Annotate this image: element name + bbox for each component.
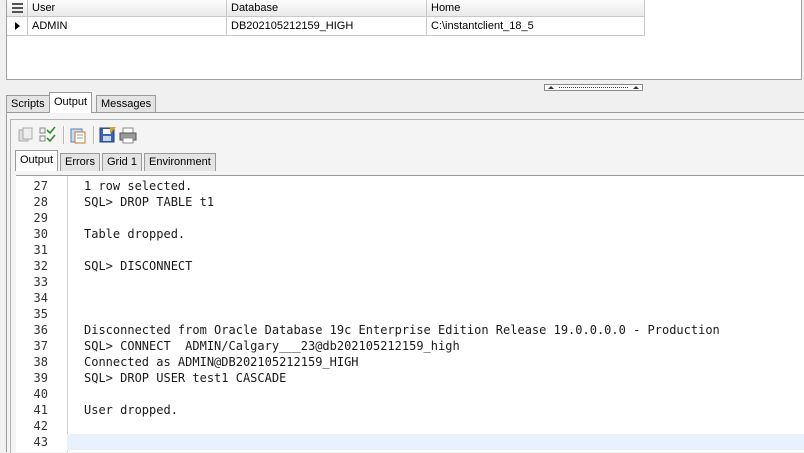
line-text: SQL> CONNECT ADMIN/Calgary___23@db202105… [84, 339, 460, 353]
output-line[interactable]: 28 SQL> DROP TABLE t1 [16, 194, 804, 210]
output-line[interactable]: 34 [16, 290, 804, 306]
copy-icon [18, 127, 33, 142]
splitter-handle[interactable] [544, 84, 643, 91]
paste-button[interactable] [69, 126, 87, 144]
inner-tab-output[interactable]: Output [15, 150, 59, 171]
toolbar-separator [63, 126, 65, 144]
clipboard-icon [70, 128, 86, 144]
line-number: 40 [33, 387, 48, 401]
output-line[interactable]: 43 [16, 434, 804, 450]
output-line[interactable]: 35 [16, 306, 804, 322]
output-line[interactable]: 29 [16, 210, 804, 226]
cell-database[interactable]: DB202105212159_HIGH [227, 17, 427, 35]
inner-tab-errors[interactable]: Errors [60, 153, 100, 171]
line-number: 42 [33, 419, 48, 433]
line-text: User dropped. [84, 403, 178, 417]
cell-user[interactable]: ADMIN [28, 17, 227, 35]
connection-row[interactable]: ADMIN DB202105212159_HIGH C:\instantclie… [7, 17, 645, 36]
line-number: 28 [33, 195, 48, 209]
line-number: 27 [33, 179, 48, 193]
output-line[interactable]: 41 User dropped. [16, 402, 804, 418]
line-number: 34 [33, 291, 48, 305]
output-line[interactable]: 37 SQL> CONNECT ADMIN/Calgary___23@db2021… [16, 338, 804, 354]
line-number: 39 [33, 371, 48, 385]
line-text: 1 row selected. [84, 179, 193, 193]
output-editor[interactable]: 27 1 row selected. 28 SQL> DROP TABLE t1 29 3… [16, 175, 804, 452]
tab-output[interactable]: Output [49, 92, 93, 113]
copy-button[interactable] [17, 126, 35, 144]
column-header-user[interactable]: User [28, 0, 227, 16]
output-line[interactable]: 38 Connected as ADMIN@DB202105212159_HIGH [16, 354, 804, 370]
line-number: 33 [33, 275, 48, 289]
cell-home[interactable]: C:\instantclient_18_5 [427, 17, 645, 35]
save-button[interactable] [99, 126, 117, 144]
line-number: 38 [33, 355, 48, 369]
splitter-grip [559, 87, 628, 88]
line-number: 29 [33, 211, 48, 225]
output-line[interactable]: 27 1 row selected. [16, 178, 804, 194]
list-menu-icon [12, 3, 23, 13]
output-line[interactable]: 32 SQL> DISCONNECT [16, 258, 804, 274]
check-list-icon [39, 126, 56, 143]
splitter-up-icon [548, 86, 554, 89]
output-line[interactable]: 36 Disconnected from Oracle Database 19c … [16, 322, 804, 338]
line-text: SQL> DROP USER test1 CASCADE [84, 371, 287, 385]
save-icon [99, 127, 116, 143]
line-number: 43 [16, 434, 67, 450]
inner-tab-environment[interactable]: Environment [144, 153, 216, 171]
tab-messages[interactable]: Messages [96, 95, 157, 113]
print-icon [119, 127, 137, 144]
grid-header: User Database Home [7, 0, 645, 17]
column-header-database[interactable]: Database [227, 0, 427, 16]
line-number: 41 [33, 403, 48, 417]
print-button[interactable] [119, 126, 137, 144]
output-toolbar [11, 120, 804, 150]
output-line[interactable]: 31 [16, 242, 804, 258]
output-line[interactable]: 42 [16, 418, 804, 434]
select-all-button[interactable] [39, 126, 57, 144]
line-number: 30 [33, 227, 48, 241]
toolbar-separator-2 [93, 126, 95, 144]
line-text: Connected as ADMIN@DB202105212159_HIGH [84, 355, 359, 369]
line-number: 37 [33, 339, 48, 353]
output-line[interactable]: 40 [16, 386, 804, 402]
row-pointer-icon [15, 22, 20, 30]
line-number: 32 [33, 259, 48, 273]
splitter-up-icon-right [633, 86, 639, 89]
inner-tab-grid-1[interactable]: Grid 1 [102, 153, 142, 171]
line-text: SQL> DISCONNECT [84, 259, 193, 273]
line-number: 31 [33, 243, 48, 257]
connection-grid: User Database Home ADMIN DB202105212159_… [6, 0, 802, 80]
column-header-home[interactable]: Home [427, 0, 645, 16]
output-line[interactable]: 30 Table dropped. [16, 226, 804, 242]
line-text: SQL> DROP TABLE t1 [84, 195, 215, 209]
grid-menu-button[interactable] [7, 0, 28, 16]
line-number: 36 [33, 323, 48, 337]
output-line[interactable]: 39 SQL> DROP USER test1 CASCADE [16, 370, 804, 386]
line-text: Disconnected from Oracle Database 19c En… [84, 323, 720, 337]
tab-scripts[interactable]: Scripts [6, 95, 50, 113]
output-line[interactable]: 33 [16, 274, 804, 290]
line-number: 35 [33, 307, 48, 321]
row-selector[interactable] [7, 17, 28, 35]
line-text: Table dropped. [84, 227, 186, 241]
